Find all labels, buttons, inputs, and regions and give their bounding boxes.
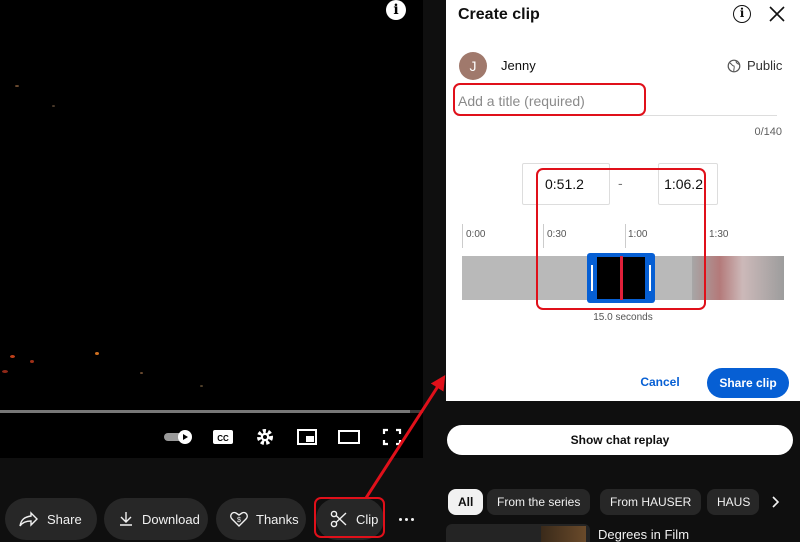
character-count: 0/140 bbox=[754, 126, 782, 138]
annotation-arrow bbox=[364, 374, 446, 499]
recommendation-title[interactable]: Degrees in Film bbox=[598, 527, 689, 542]
close-icon[interactable] bbox=[767, 4, 787, 24]
download-label: Download bbox=[142, 511, 200, 527]
tick-label: 0:00 bbox=[466, 229, 486, 240]
info-icon[interactable]: i bbox=[386, 0, 406, 20]
recommendation-thumbnail[interactable] bbox=[446, 524, 590, 542]
share-icon bbox=[19, 511, 38, 527]
tick-line bbox=[462, 224, 463, 248]
cancel-button[interactable]: Cancel bbox=[630, 368, 690, 396]
miniplayer-icon[interactable] bbox=[294, 425, 320, 449]
annotation-clip-range-highlight bbox=[536, 168, 706, 310]
tick-label: 1:30 bbox=[709, 229, 729, 240]
share-button[interactable]: Share bbox=[5, 498, 97, 540]
info-icon[interactable]: i bbox=[733, 5, 751, 23]
thanks-label: Thanks bbox=[256, 511, 299, 527]
more-actions-icon[interactable] bbox=[394, 509, 418, 529]
show-chat-replay-button[interactable]: Show chat replay bbox=[447, 425, 793, 455]
download-icon bbox=[120, 512, 132, 526]
svg-text:CC: CC bbox=[217, 434, 229, 443]
clip-duration: 15.0 seconds bbox=[593, 312, 653, 323]
share-clip-button[interactable]: Share clip bbox=[707, 368, 789, 398]
autoplay-toggle[interactable] bbox=[163, 425, 193, 449]
svg-text:$: $ bbox=[237, 517, 241, 524]
visibility-label: Public bbox=[747, 58, 783, 73]
thanks-heart-icon: $ bbox=[230, 511, 248, 527]
theater-mode-icon[interactable] bbox=[336, 425, 362, 449]
annotation-title-highlight bbox=[453, 83, 646, 116]
chip-from-hauser[interactable]: From HAUSER bbox=[600, 489, 702, 515]
chevron-right-icon[interactable] bbox=[768, 495, 782, 509]
user-name: Jenny bbox=[501, 58, 536, 73]
panel-title: Create clip bbox=[458, 6, 540, 23]
chip-hauser[interactable]: HAUS bbox=[707, 489, 759, 515]
visibility-selector[interactable]: Public bbox=[727, 58, 782, 73]
settings-gear-icon[interactable] bbox=[252, 425, 278, 449]
download-button[interactable]: Download bbox=[104, 498, 208, 540]
chip-from-series[interactable]: From the series bbox=[487, 489, 591, 515]
avatar: J bbox=[459, 52, 487, 80]
share-label: Share bbox=[47, 511, 82, 527]
subtitles-icon[interactable]: CC bbox=[210, 425, 236, 449]
progress-fill bbox=[0, 410, 411, 413]
globe-icon bbox=[727, 59, 741, 72]
thanks-button[interactable]: $ Thanks bbox=[216, 498, 306, 540]
